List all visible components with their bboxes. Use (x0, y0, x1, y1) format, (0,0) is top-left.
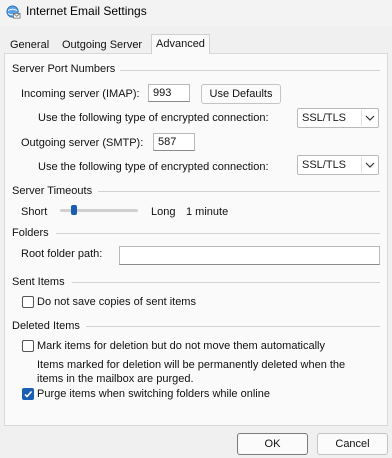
encryption-value-incoming: SSL/TLS (302, 112, 347, 124)
chevron-down-icon (361, 157, 377, 173)
no-copies-label: Do not save copies of sent items (37, 296, 196, 308)
encryption-select-incoming[interactable]: SSL/TLS (297, 108, 379, 128)
globe-mail-icon (6, 5, 21, 19)
timeout-slider[interactable] (60, 204, 138, 218)
divider (72, 282, 380, 283)
encryption-label-incoming: Use the following type of encrypted conn… (38, 112, 269, 124)
incoming-port-input[interactable] (148, 84, 190, 102)
chevron-down-icon (361, 110, 377, 126)
tab-outgoing-server[interactable]: Outgoing Server (58, 36, 146, 55)
divider (98, 191, 380, 192)
deletion-note-line1: Items marked for deletion will be perman… (37, 359, 346, 371)
ok-button[interactable]: OK (237, 433, 308, 455)
divider (86, 326, 380, 327)
purge-items-label: Purge items when switching folders while… (37, 388, 270, 400)
divider (120, 70, 380, 71)
outgoing-port-input[interactable] (153, 133, 195, 151)
divider (56, 233, 380, 234)
root-folder-label: Root folder path: (21, 248, 103, 260)
slider-thumb[interactable] (71, 205, 77, 215)
mark-for-deletion-label: Mark items for deletion but do not move … (37, 340, 325, 352)
section-folders: Folders (12, 227, 49, 239)
section-deleted-items: Deleted Items (12, 320, 80, 332)
timeout-long-label: Long (151, 206, 176, 218)
section-server-port-numbers: Server Port Numbers (12, 63, 116, 75)
root-folder-input[interactable] (119, 246, 380, 265)
timeout-value: 1 minute (186, 206, 229, 218)
section-server-timeouts: Server Timeouts (12, 185, 93, 197)
window-title: Internet Email Settings (26, 4, 147, 18)
mark-for-deletion-checkbox[interactable] (22, 340, 34, 352)
cancel-button[interactable]: Cancel (317, 433, 388, 455)
checkmark-icon (24, 390, 33, 398)
tab-general[interactable]: General (6, 36, 53, 55)
title-bar: Internet Email Settings (0, 0, 392, 26)
incoming-server-label: Incoming server (IMAP): (21, 88, 140, 100)
encryption-value-outgoing: SSL/TLS (302, 159, 347, 171)
encryption-label-outgoing: Use the following type of encrypted conn… (38, 161, 269, 173)
purge-items-checkbox[interactable] (22, 388, 34, 400)
encryption-select-outgoing[interactable]: SSL/TLS (297, 155, 379, 175)
no-copies-checkbox[interactable] (22, 296, 34, 308)
timeout-short-label: Short (21, 206, 48, 218)
deletion-note-line2: items in the mailbox are purged. (37, 373, 194, 385)
use-defaults-button[interactable]: Use Defaults (201, 84, 281, 104)
outgoing-server-label: Outgoing server (SMTP): (21, 137, 144, 149)
section-sent-items: Sent Items (12, 276, 65, 288)
tab-advanced[interactable]: Advanced (151, 34, 210, 55)
